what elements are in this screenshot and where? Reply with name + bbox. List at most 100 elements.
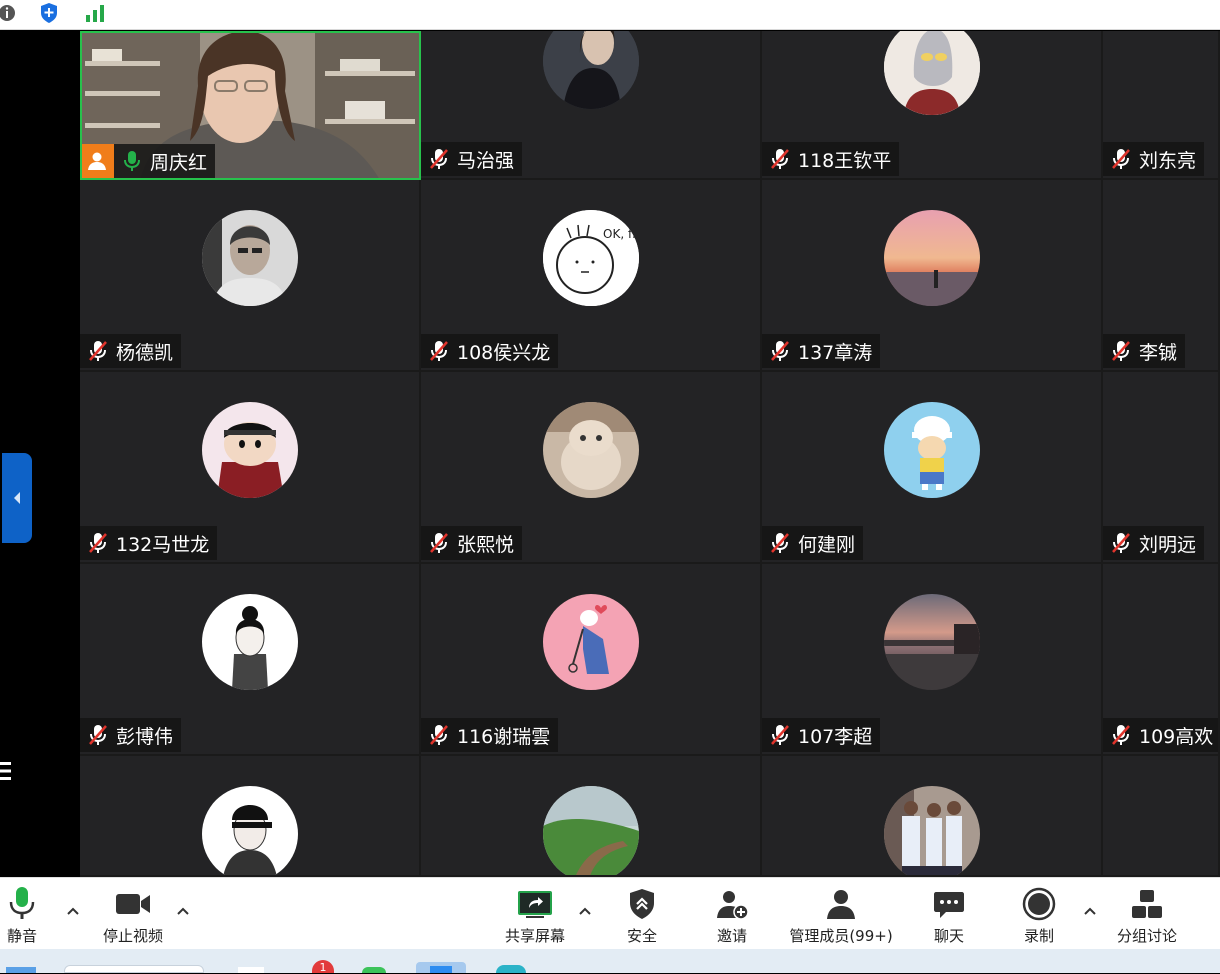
- mic-muted-icon: [430, 149, 448, 169]
- participant-tile[interactable]: 李铖: [1103, 180, 1220, 372]
- security-label: 安全: [626, 927, 657, 945]
- share-options-caret-icon[interactable]: [576, 902, 594, 920]
- participant-nametag: 108侯兴龙: [421, 334, 559, 368]
- participant-tile[interactable]: 彭博伟: [80, 564, 421, 756]
- audio-options-caret-icon[interactable]: [64, 902, 82, 920]
- manage-participants-label: 管理成员(99+): [789, 927, 893, 945]
- record-options-caret-icon[interactable]: [1081, 902, 1099, 920]
- participant-tile[interactable]: 132马世龙: [80, 372, 421, 564]
- participant-name: 刘明远: [1139, 533, 1197, 556]
- browser-top-bar: [0, 0, 1220, 30]
- participant-name: 李铖: [1139, 341, 1178, 364]
- mic-muted-icon: [430, 533, 448, 553]
- video-options-caret-icon[interactable]: [174, 902, 192, 920]
- avatar: OK, fine: [543, 210, 639, 306]
- left-panel: [0, 31, 80, 877]
- add-user-icon: [717, 891, 749, 920]
- record-icon: [1022, 887, 1056, 921]
- avatar: [543, 402, 639, 498]
- participant-nametag: 刘明远: [1103, 526, 1205, 560]
- participant-tile[interactable]: [762, 756, 1103, 877]
- participant-name: 116谢瑞雲: [457, 725, 551, 748]
- taskbar-search-box[interactable]: [64, 965, 204, 973]
- stop-video-button[interactable]: 停止视频: [98, 884, 168, 946]
- manage-participants-button[interactable]: 管理成员(99+): [786, 884, 896, 946]
- mic-muted-icon: [89, 341, 107, 361]
- info-icon[interactable]: [0, 2, 18, 24]
- participant-name: 杨德凯: [116, 341, 174, 364]
- avatar: [543, 594, 639, 690]
- participant-name: 137章涛: [798, 341, 873, 364]
- shield-plus-icon[interactable]: [38, 2, 60, 24]
- host-icon: [82, 144, 114, 178]
- notification-badge[interactable]: 1: [312, 960, 334, 974]
- participant-tile[interactable]: [80, 756, 421, 877]
- breakout-rooms-button[interactable]: 分组讨论: [1112, 884, 1182, 946]
- mic-muted-icon: [771, 725, 789, 745]
- invite-label: 邀请: [716, 927, 747, 945]
- mic-muted-icon: [771, 149, 789, 169]
- taskbar-app-icon[interactable]: [496, 965, 526, 973]
- participant-tile[interactable]: 118王钦平: [762, 31, 1103, 180]
- breakout-rooms-icon: [1132, 890, 1162, 918]
- participant-name: 马治强: [457, 149, 515, 172]
- participant-tile[interactable]: [421, 756, 762, 877]
- participant-tile[interactable]: 马治强: [421, 31, 762, 180]
- avatar: [202, 786, 298, 875]
- mic-muted-icon: [430, 341, 448, 361]
- participant-tile[interactable]: 刘东亮: [1103, 31, 1220, 180]
- participant-tile[interactable]: 周庆红: [80, 31, 421, 180]
- participants-icon: [827, 890, 855, 919]
- signal-bars-icon[interactable]: [84, 2, 106, 24]
- breakout-rooms-label: 分组讨论: [1116, 927, 1177, 945]
- chat-label: 聊天: [933, 927, 964, 945]
- participant-nametag: 周庆红: [82, 144, 216, 178]
- participant-tile[interactable]: [1103, 756, 1220, 877]
- collapse-panel-button[interactable]: [2, 453, 32, 543]
- avatar-text: OK, fine: [603, 227, 639, 241]
- participant-tile[interactable]: OK, fine 108侯兴龙: [421, 180, 762, 372]
- avatar: [884, 31, 980, 115]
- participant-name: 132马世龙: [116, 533, 210, 556]
- participant-tile[interactable]: 刘明远: [1103, 372, 1220, 564]
- record-button[interactable]: 录制: [1019, 884, 1059, 946]
- security-button[interactable]: 安全: [622, 884, 662, 946]
- taskbar-active-app[interactable]: [416, 962, 466, 973]
- mic-muted-icon: [771, 533, 789, 553]
- mic-muted-icon: [1112, 341, 1130, 361]
- share-screen-button[interactable]: 共享屏幕: [500, 884, 570, 946]
- participant-nametag: 137章涛: [762, 334, 881, 368]
- taskbar-app-icon[interactable]: [362, 967, 386, 973]
- avatar: [543, 786, 639, 875]
- participant-name: 周庆红: [150, 151, 208, 174]
- participant-tile[interactable]: 116谢瑞雲: [421, 564, 762, 756]
- participant-tile[interactable]: 何建刚: [762, 372, 1103, 564]
- participant-tile[interactable]: 杨德凯: [80, 180, 421, 372]
- meeting-toolbar: 静音 停止视频 共享屏幕 安全 邀请 管理成员(99+) 聊天 录制 分组讨论: [0, 877, 1220, 949]
- mic-muted-icon: [89, 725, 107, 745]
- stop-video-label: 停止视频: [102, 927, 163, 945]
- taskbar-app-icon[interactable]: [238, 967, 264, 973]
- mic-muted-icon: [89, 533, 107, 553]
- invite-button[interactable]: 邀请: [712, 884, 752, 946]
- share-screen-icon: [518, 891, 552, 918]
- avatar: [884, 594, 980, 690]
- participant-nametag: 何建刚: [762, 526, 864, 560]
- chat-button[interactable]: 聊天: [929, 884, 969, 946]
- mic-on-icon: [124, 151, 140, 171]
- participant-tile[interactable]: 107李超: [762, 564, 1103, 756]
- mute-button[interactable]: 静音: [2, 884, 42, 946]
- participant-tile[interactable]: 张熙悦: [421, 372, 762, 564]
- participant-nametag: 张熙悦: [421, 526, 523, 560]
- mic-muted-icon: [1112, 533, 1130, 553]
- participant-name: 107李超: [798, 725, 873, 748]
- participant-tile[interactable]: 109高欢: [1103, 564, 1220, 756]
- chevron-left-icon: [14, 492, 20, 504]
- participant-name: 118王钦平: [798, 149, 892, 172]
- start-button[interactable]: [6, 967, 36, 973]
- mic-muted-icon: [1112, 725, 1130, 745]
- participant-tile[interactable]: 137章涛: [762, 180, 1103, 372]
- menu-icon[interactable]: [0, 759, 14, 783]
- avatar: [202, 594, 298, 690]
- participant-nametag: 132马世龙: [80, 526, 218, 560]
